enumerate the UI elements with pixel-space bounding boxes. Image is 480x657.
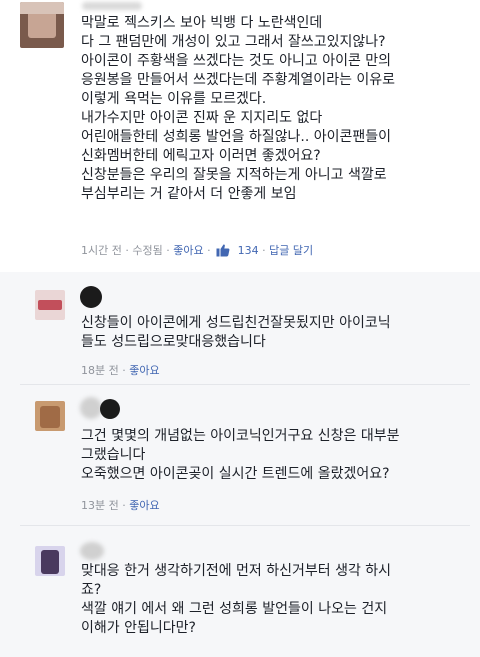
reply-line: 색깔 얘기 에서 왜 그런 성희롱 발언들이 나오는 건지 xyxy=(81,601,388,617)
reply-link[interactable]: 답글 달기 xyxy=(269,244,313,257)
like-link[interactable]: 좋아요 xyxy=(129,499,159,512)
reply-item: 맞대응 한거 생각하기전에 먼저 하신거부터 생각 하시 죠? 색깔 얘기 에서… xyxy=(0,526,480,657)
like-link[interactable]: 좋아요 xyxy=(129,364,159,377)
comment-line: 이렇게 욕먹는 이유를 모르겠다. xyxy=(81,91,267,107)
reply-thread: 신창들이 아이콘에게 성드립친건잘못됬지만 아이코닉 들도 성드립으로맞대응했습… xyxy=(0,272,480,657)
reply-line: 신창들이 아이콘에게 성드립친건잘못됬지만 아이코닉 xyxy=(81,315,391,331)
comment-line: 아이콘이 주황색을 쓰겠다는 것도 아니고 아이콘 만의 xyxy=(81,53,392,69)
comment-line: 막말로 젝스키스 보아 빅뱅 다 노란색인데 xyxy=(81,15,323,31)
comment-line: 신화멤버한테 에릭고자 이러면 좋겠어요? xyxy=(81,148,321,164)
comment-line: 부심부리는 거 같아서 더 안좋게 보임 xyxy=(81,186,297,202)
comment-line: 어린애들한테 성희롱 발언을 하질않나.. 아이콘팬들이 xyxy=(81,129,392,145)
reply-avatar[interactable] xyxy=(35,290,65,320)
reply-line: 맞대응 한거 생각하기전에 먼저 하신거부터 생각 하시 xyxy=(81,563,392,579)
blurred-profile-image xyxy=(80,397,102,419)
timestamp[interactable]: 18분 전 xyxy=(81,364,119,377)
reply-meta: 18분 전 · 좋아요 xyxy=(81,362,160,378)
reply-avatar[interactable] xyxy=(35,401,65,431)
comment-line: 내가수지만 아이콘 진짜 운 지지리도 없다 xyxy=(81,110,323,126)
reply-line: 그랬습니다 xyxy=(81,447,146,463)
comment-meta: 1시간 전 · 수정됨 · 좋아요 · 134 · 답글 달기 xyxy=(81,242,313,258)
comment-line: 신창분들은 우리의 잘못을 지적하는게 아니고 색깔로 xyxy=(81,167,387,183)
reply-body: 맞대응 한거 생각하기전에 먼저 하신거부터 생각 하시 죠? 색깔 얘기 에서… xyxy=(81,562,471,638)
like-count[interactable]: 134 xyxy=(238,244,259,257)
comment-line: 응원봉을 만들어서 쓰겠다는데 주황계열이라는 이유로 xyxy=(81,72,396,88)
separator: · xyxy=(262,244,266,257)
blurred-profile-image xyxy=(80,286,102,308)
reply-line: 이해가 안됩니다만? xyxy=(81,620,196,636)
like-link[interactable]: 좋아요 xyxy=(173,244,203,257)
reply-line: 들도 성드립으로맞대응했습니다 xyxy=(81,334,266,350)
comment-body: 막말로 젝스키스 보아 빅뱅 다 노란색인데 다 그 팬덤만에 개성이 있고 그… xyxy=(81,14,471,204)
commenter-name-redacted xyxy=(82,2,142,10)
separator: · xyxy=(125,244,129,257)
timestamp[interactable]: 13분 전 xyxy=(81,499,119,512)
commenter-avatar[interactable] xyxy=(20,2,64,48)
main-comment: 막말로 젝스키스 보아 빅뱅 다 노란색인데 다 그 팬덤만에 개성이 있고 그… xyxy=(0,0,480,272)
reply-line: 그건 몇몇의 개념없는 아이코닉인거구요 신창은 대부분 xyxy=(81,428,400,444)
separator: · xyxy=(122,364,126,377)
reply-body: 신창들이 아이콘에게 성드립친건잘못됬지만 아이코닉 들도 성드립으로맞대응했습… xyxy=(81,314,471,352)
edited-label[interactable]: 수정됨 xyxy=(132,244,162,257)
separator: · xyxy=(166,244,170,257)
blurred-profile-image xyxy=(100,399,120,419)
separator: · xyxy=(122,499,126,512)
reply-line: 죠? xyxy=(81,582,102,598)
reply-line: 오죽했으면 아이콘곶이 실시간 트렌드에 올랐겠어요? xyxy=(81,466,390,482)
separator: · xyxy=(207,244,211,257)
blurred-profile-image xyxy=(80,542,104,560)
reply-item: 그건 몇몇의 개념없는 아이코닉인거구요 신창은 대부분 그랬습니다 오죽했으면… xyxy=(0,385,480,525)
timestamp[interactable]: 1시간 전 xyxy=(81,244,122,257)
reply-body: 그건 몇몇의 개념없는 아이코닉인거구요 신창은 대부분 그랬습니다 오죽했으면… xyxy=(81,427,471,484)
reply-avatar[interactable] xyxy=(35,546,65,576)
reply-meta: 13분 전 · 좋아요 xyxy=(81,497,160,513)
reply-item: 신창들이 아이콘에게 성드립친건잘못됬지만 아이코닉 들도 성드립으로맞대응했습… xyxy=(0,272,480,384)
thumbs-up-icon[interactable] xyxy=(216,243,230,257)
comment-line: 다 그 팬덤만에 개성이 있고 그래서 잘쓰고있지않나? xyxy=(81,34,386,50)
